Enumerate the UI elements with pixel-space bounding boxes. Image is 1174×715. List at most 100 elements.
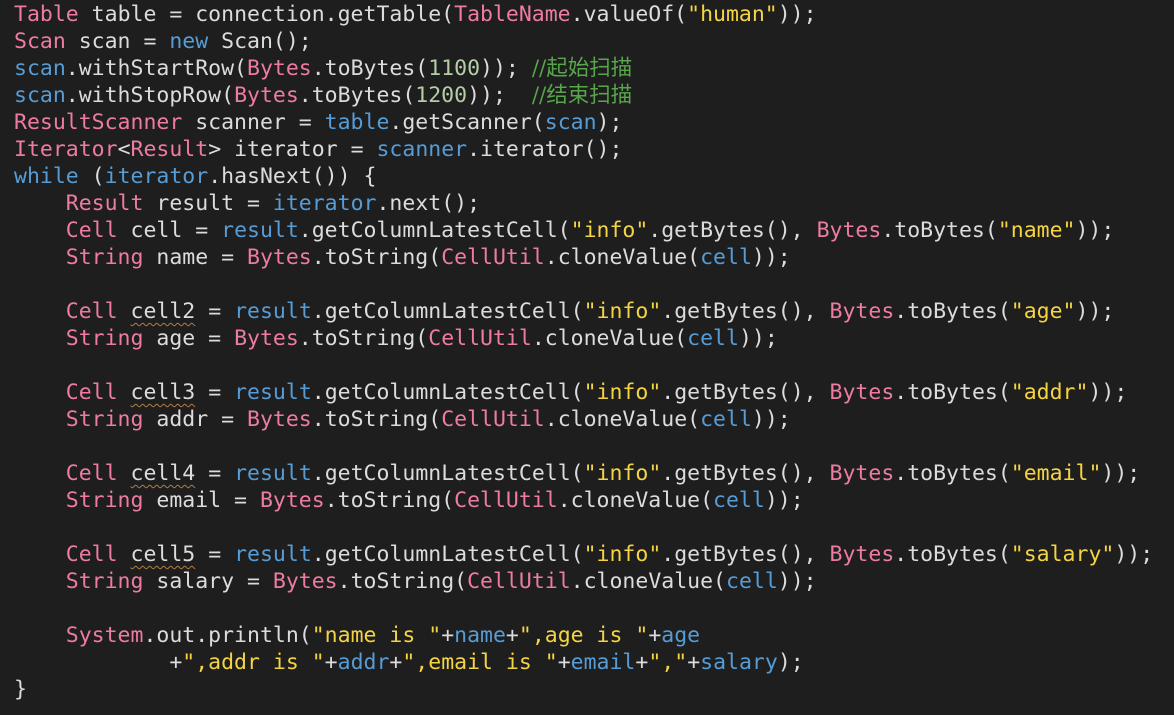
type-token: String xyxy=(65,407,144,432)
identifier-token: result xyxy=(234,380,312,405)
code-text: .withStopRow( xyxy=(65,83,235,108)
code-text: )); xyxy=(480,56,519,81)
identifier-token: scan xyxy=(14,83,66,108)
type-token: Bytes xyxy=(829,299,895,324)
identifier-token: result xyxy=(234,542,312,567)
code-text: ); xyxy=(777,650,804,675)
code-line[interactable]: scan.withStartRow(Bytes.toBytes(1100)); … xyxy=(14,55,1174,82)
identifier-token: result xyxy=(234,299,312,324)
code-line[interactable]: Scan scan = new Scan(); xyxy=(14,28,1174,55)
code-line[interactable]: System.out.println("name is "+name+",age… xyxy=(14,622,1174,649)
code-line[interactable]: ResultScanner scanner = table.getScanner… xyxy=(14,109,1174,136)
type-token: Bytes xyxy=(247,407,312,432)
type-token: CellUtil xyxy=(454,488,558,513)
code-line[interactable]: +",addr is "+addr+",email is "+email+","… xyxy=(14,649,1174,676)
code-line[interactable]: Cell cell3 = result.getColumnLatestCell(… xyxy=(14,379,1174,406)
comment-token: //结束扫描 xyxy=(531,83,633,108)
code-text: + xyxy=(687,650,701,675)
code-line[interactable]: String addr = Bytes.toString(CellUtil.cl… xyxy=(14,406,1174,433)
unused-variable-token: cell2 xyxy=(130,299,196,324)
code-line[interactable] xyxy=(14,352,1174,379)
code-text: < xyxy=(117,137,131,162)
code-line[interactable]: Cell cell = result.getColumnLatestCell("… xyxy=(14,217,1174,244)
identifier-token: name xyxy=(454,623,506,648)
code-text: + xyxy=(324,650,338,675)
code-line[interactable]: } xyxy=(14,676,1174,703)
type-token: Iterator xyxy=(14,137,118,162)
identifier-token: table xyxy=(324,110,390,135)
string-literal: ",age is " xyxy=(518,623,649,648)
type-token: Bytes xyxy=(272,569,338,594)
code-text: .getColumnLatestCell( xyxy=(311,542,584,567)
string-literal: ",addr is " xyxy=(182,650,325,675)
code-text: + xyxy=(635,650,649,675)
code-line[interactable]: String salary = Bytes.toString(CellUtil.… xyxy=(14,568,1174,595)
code-text: )); xyxy=(1075,299,1115,324)
code-line[interactable]: Cell cell5 = result.getColumnLatestCell(… xyxy=(14,541,1174,568)
code-line[interactable]: Table table = connection.getTable(TableN… xyxy=(14,1,1174,28)
identifier-token: iterator xyxy=(104,164,209,189)
code-text: = xyxy=(195,461,235,486)
code-text: .getBytes(), xyxy=(661,299,830,324)
code-text: .toString( xyxy=(298,326,429,351)
code-text: .next(); xyxy=(376,191,481,216)
identifier-token: cell xyxy=(700,245,752,270)
code-line[interactable]: String email = Bytes.toString(CellUtil.c… xyxy=(14,487,1174,514)
type-token: Result xyxy=(130,137,209,162)
code-text: .getColumnLatestCell( xyxy=(311,299,584,324)
identifier-token: scan xyxy=(14,56,66,81)
code-text: )); xyxy=(777,2,817,27)
code-line[interactable]: Cell cell4 = result.getColumnLatestCell(… xyxy=(14,460,1174,487)
code-line[interactable]: String age = Bytes.toString(CellUtil.clo… xyxy=(14,325,1174,352)
type-token: CellUtil xyxy=(441,245,545,270)
code-line[interactable]: while (iterator.hasNext()) { xyxy=(14,163,1174,190)
code-text: .toString( xyxy=(324,488,455,513)
code-text: .cloneValue( xyxy=(544,245,701,270)
type-token: Bytes xyxy=(247,56,312,81)
type-token: Bytes xyxy=(829,380,895,405)
type-token: System xyxy=(65,623,144,648)
code-text: result = xyxy=(143,191,273,216)
identifier-token: cell xyxy=(726,569,778,594)
type-token: String xyxy=(65,245,144,270)
code-text: .withStartRow( xyxy=(65,56,247,81)
code-text: )); xyxy=(1101,461,1141,486)
code-text: )); xyxy=(751,245,791,270)
code-text: .toString( xyxy=(311,245,442,270)
code-text: )); xyxy=(1088,380,1128,405)
code-text: )); xyxy=(751,407,791,432)
code-text: ); xyxy=(596,110,623,135)
code-line[interactable]: String name = Bytes.toString(CellUtil.cl… xyxy=(14,244,1174,271)
code-editor[interactable]: Table table = connection.getTable(TableN… xyxy=(0,0,1174,715)
code-line[interactable] xyxy=(14,595,1174,622)
code-line[interactable] xyxy=(14,433,1174,460)
type-token: Result xyxy=(65,191,144,216)
code-line[interactable]: Cell cell2 = result.getColumnLatestCell(… xyxy=(14,298,1174,325)
code-text: = xyxy=(195,542,235,567)
type-token: Bytes xyxy=(816,218,882,243)
code-line[interactable]: scan.withStopRow(Bytes.toBytes(1200)); /… xyxy=(14,82,1174,109)
identifier-token: result xyxy=(234,461,312,486)
code-line[interactable]: Iterator<Result> iterator = scanner.iter… xyxy=(14,136,1174,163)
code-text: )); xyxy=(467,83,506,108)
type-token: Bytes xyxy=(829,461,895,486)
code-text: salary = xyxy=(143,569,273,594)
type-token: String xyxy=(65,326,144,351)
code-text: .cloneValue( xyxy=(557,488,714,513)
type-token: ResultScanner xyxy=(14,110,183,135)
code-line[interactable] xyxy=(14,514,1174,541)
code-line[interactable]: Result result = iterator.next(); xyxy=(14,190,1174,217)
type-token: Cell xyxy=(65,380,118,405)
string-literal: "email" xyxy=(1010,461,1102,486)
string-literal: "info" xyxy=(570,218,649,243)
string-literal: "addr" xyxy=(1010,380,1089,405)
code-text: )); xyxy=(738,326,778,351)
code-line[interactable] xyxy=(14,271,1174,298)
code-text: iterator = xyxy=(221,137,377,162)
type-token: CellUtil xyxy=(428,326,532,351)
